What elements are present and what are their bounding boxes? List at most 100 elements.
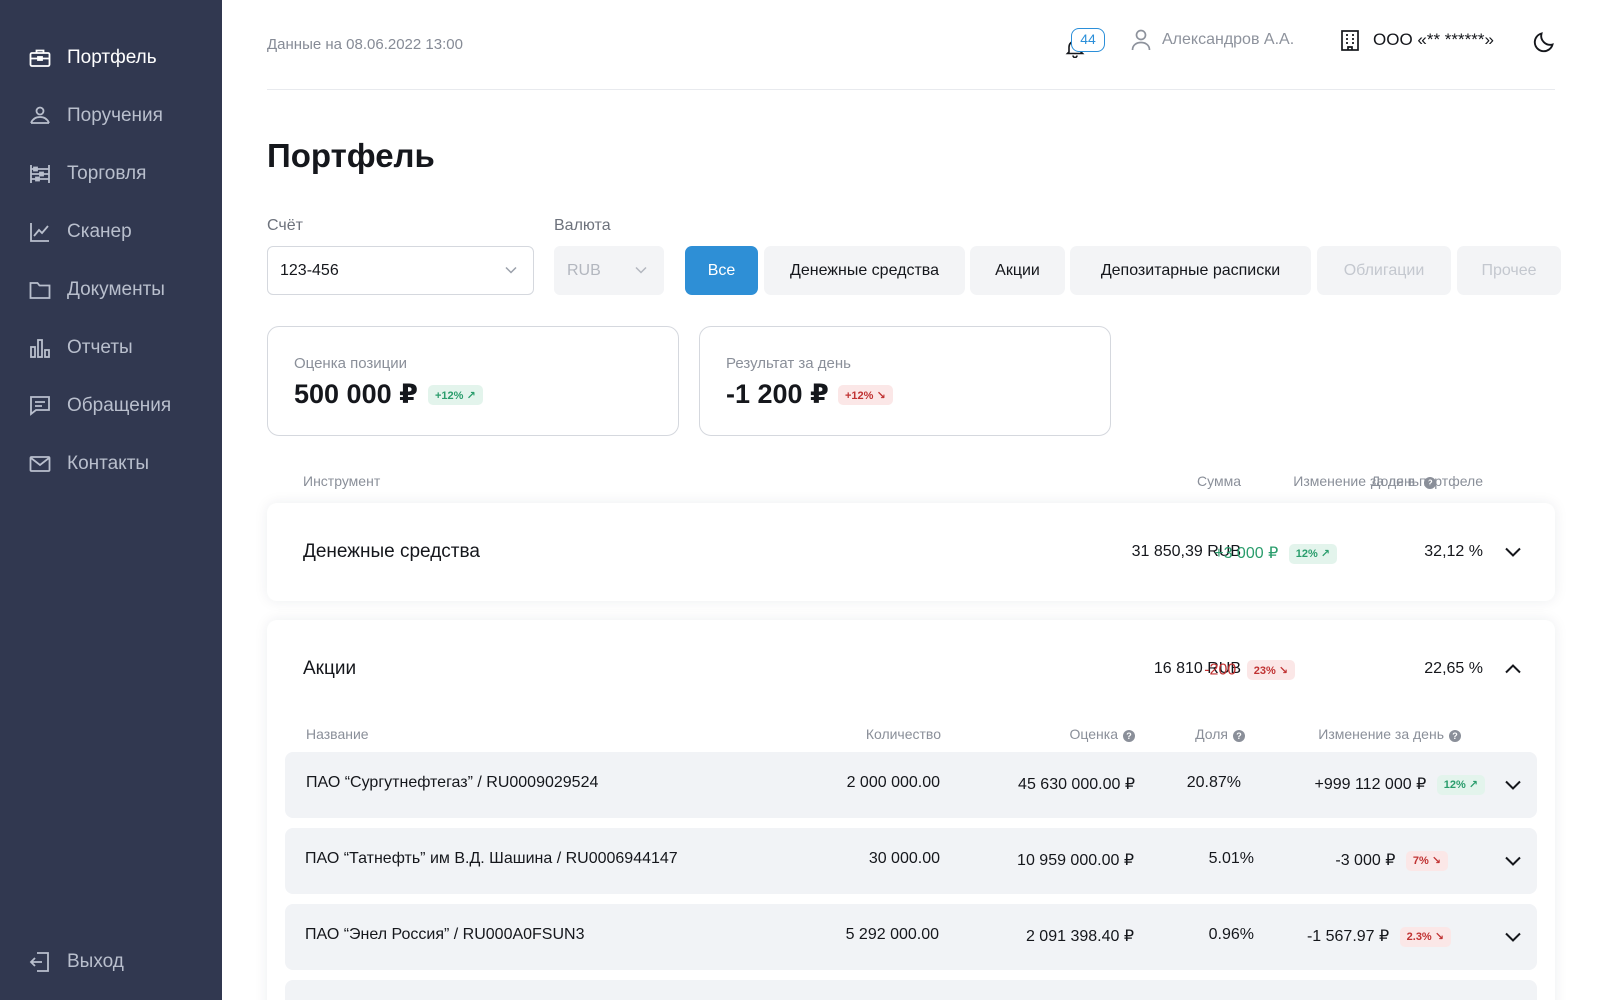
group-change-badge: 12% ↗ [1288,543,1337,564]
chevron-down-icon[interactable] [1504,931,1522,943]
logout-label: Выход [67,951,124,972]
chevron-up-icon[interactable] [1504,663,1522,675]
top-bar: Данные на 08.06.2022 13:00 44 Александро… [267,0,1555,90]
sidebar-item-orders[interactable]: Поручения [28,101,163,131]
row-name: ПАО “Сургутнефтегаз” / RU0009029524 [306,774,599,791]
column-header-share: Доля в портфеле [1370,473,1483,489]
sidebar: Портфель Поручения Торговля Сканер Докум… [0,0,222,1000]
sidebar-item-trading[interactable]: Торговля [28,159,146,189]
row-share: 20.87% [1186,774,1241,791]
sub-header-change: Изменение за день? [1267,726,1461,742]
row-share: 5.01% [1208,850,1254,867]
position-value-card: Оценка позиции 500 000 ₽ +12% ↗ [267,326,679,436]
row-change: -3 000 ₽ 7% ↘ [1245,850,1448,871]
group-name: Денежные средства [303,541,480,562]
help-icon[interactable]: ? [1449,730,1461,742]
help-icon[interactable]: ? [1123,730,1135,742]
sidebar-item-label: Документы [67,279,165,300]
page-title: Портфель [267,137,435,174]
briefcase-icon [28,46,52,70]
notifications-button[interactable]: 44 [1065,28,1109,58]
row-value: 2 091 398.40 ₽ [1025,928,1134,945]
position-value: 500 000 ₽ [294,379,418,409]
logout-icon [28,950,52,974]
row-change-badge: 12% ↗ [1436,774,1485,795]
user-name: Александров А.А. [1162,31,1295,48]
filter-chip-all[interactable]: Все [685,246,758,295]
sidebar-item-label: Обращения [67,395,172,416]
sub-header-qty: Количество [865,726,941,742]
account-select[interactable]: 123-456 [267,246,534,295]
row-change: -1 567.97 ₽ 2.3% ↘ [1245,926,1451,947]
user-icon [1131,29,1151,51]
sidebar-item-contacts[interactable]: Контакты [28,449,149,479]
day-result-badge: +12% ↘ [838,385,893,405]
table-row[interactable]: ПАО “Энел Россия” / RU000A0FSUN3 5 292 0… [285,904,1537,970]
chevron-down-icon [505,266,517,274]
data-timestamp: Данные на 08.06.2022 13:00 [267,36,463,53]
account-label: Счёт [267,217,303,234]
notifications-count-badge: 44 [1071,28,1105,52]
row-change-badge: 7% ↘ [1405,850,1448,871]
position-change-badge: +12% ↗ [428,385,483,405]
sidebar-item-label: Сканер [67,221,132,242]
group-row-cash[interactable]: Денежные средства 31 850,39 RUB +3 000 ₽… [267,503,1555,601]
row-value: 45 630 000.00 ₽ [1018,776,1135,793]
currency-select[interactable]: RUB [554,246,664,295]
main-content: Данные на 08.06.2022 13:00 44 Александро… [267,0,1561,1000]
group-share: 32,12 % [1424,543,1483,560]
row-qty: 30 000.00 [868,850,940,867]
account-value: 123-456 [280,261,339,279]
sidebar-item-documents[interactable]: Документы [28,275,165,305]
table-row[interactable]: ПАО “Татнефть” им В.Д. Шашина / RU000694… [285,828,1537,894]
filter-chip-other[interactable]: Прочее [1457,246,1561,295]
chevron-down-icon[interactable] [1504,779,1522,791]
bar-chart-icon [28,336,52,360]
day-result-label: Результат за день [726,355,851,372]
sidebar-item-scanner[interactable]: Сканер [28,217,132,247]
sidebar-item-reports[interactable]: Отчеты [28,333,133,363]
logout-button[interactable]: Выход [28,947,124,977]
group-name: Акции [303,658,357,679]
filter-chip-cash[interactable]: Денежные средства [764,246,965,295]
group-change-badge: 23% ↘ [1246,660,1295,680]
sub-header-value: Оценка? [967,726,1135,742]
row-change: +999 112 000 ₽ 12% ↗ [1245,774,1485,795]
sidebar-item-label: Торговля [67,163,147,184]
chevron-down-icon [635,266,647,274]
sub-header-name: Название [306,726,369,742]
filter-chip-depositary-receipts[interactable]: Депозитарные расписки [1070,246,1311,295]
abacus-icon [28,162,52,186]
sidebar-item-label: Портфель [67,47,157,68]
sidebar-item-requests[interactable]: Обращения [28,391,171,421]
hand-coin-icon [28,104,52,128]
currency-value: RUB [567,261,601,279]
sidebar-item-label: Поручения [67,105,163,126]
filter-chip-shares[interactable]: Акции [970,246,1065,295]
moon-icon[interactable] [1532,28,1558,54]
row-qty: 5 292 000.00 [845,926,939,943]
user-menu[interactable]: Александров А.А. [1130,28,1294,52]
sidebar-item-portfolio[interactable]: Портфель [28,43,157,73]
row-name: ПАО “Татнефть” им В.Д. Шашина / RU000694… [305,850,678,867]
day-result-card: Результат за день -1 200 ₽ +12% ↘ [699,326,1111,436]
table-row[interactable]: ПАО “Сургутнефтегаз” / RU0009029524 2 00… [285,752,1537,818]
chevron-down-icon[interactable] [1504,855,1522,867]
organization-selector[interactable]: ООО «** ******» [1339,28,1494,52]
filter-chip-bonds[interactable]: Облигации [1317,246,1451,295]
chevron-down-icon[interactable] [1504,546,1522,558]
row-qty: 2 000 000.00 [846,774,940,791]
chat-icon [28,394,52,418]
row-share: 0.96% [1208,926,1254,943]
mail-icon [28,452,52,476]
organization-name: ООО «** ******» [1373,30,1494,49]
position-value-label: Оценка позиции [294,355,408,372]
sidebar-item-label: Отчеты [67,337,133,358]
currency-label: Валюта [554,217,611,234]
table-row[interactable] [285,980,1537,1000]
group-share: 22,65 % [1424,660,1483,677]
sub-header-share: Доля? [1147,726,1245,742]
row-value: 10 959 000.00 ₽ [1017,852,1134,869]
folder-icon [28,278,52,302]
help-icon[interactable]: ? [1233,730,1245,742]
